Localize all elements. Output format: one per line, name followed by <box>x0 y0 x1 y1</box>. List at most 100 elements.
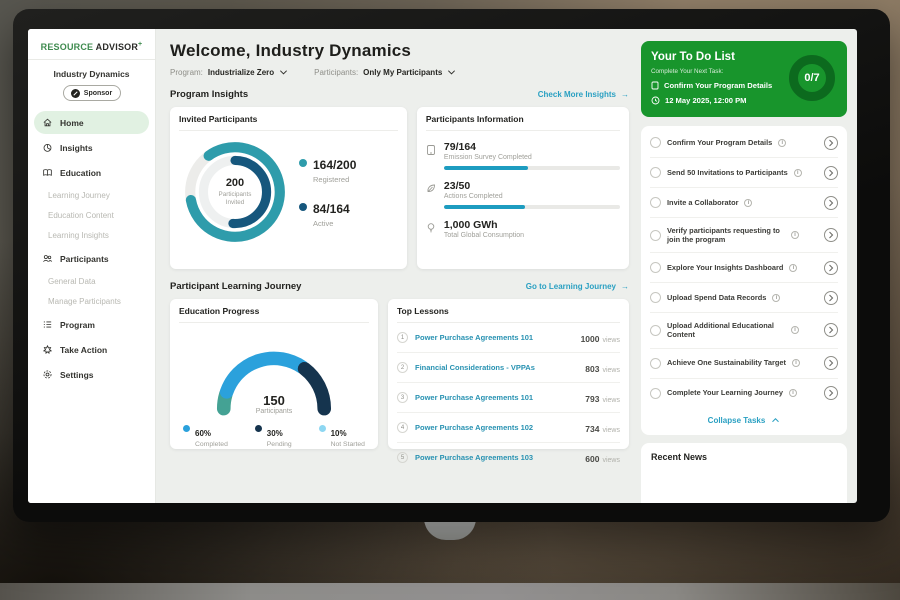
learning-journey-header: Participant Learning Journey Go to Learn… <box>170 281 629 292</box>
lesson-row-2[interactable]: 2 Financial Considerations - VPPAs 803vi… <box>397 353 620 383</box>
task-row-3[interactable]: Invite a Collaborator i <box>650 188 838 218</box>
task-row-4[interactable]: Verify participants requesting to join t… <box>650 218 838 253</box>
task-open-button[interactable] <box>824 323 838 337</box>
task-checkbox[interactable] <box>650 262 661 273</box>
chevron-right-icon <box>828 264 834 272</box>
main-content: Welcome, Industry Dynamics Program: Indu… <box>156 29 641 503</box>
actions-progress-bar <box>444 205 620 209</box>
task-row-8[interactable]: Achieve One Sustainability Target i <box>650 349 838 379</box>
task-row-1[interactable]: Confirm Your Program Details i <box>650 128 838 158</box>
lesson-row-4[interactable]: 4 Power Purchase Agreements 102 734views <box>397 413 620 443</box>
insights-cards-row: Invited Participants 200 Participants In… <box>170 107 629 269</box>
chevron-right-icon <box>828 169 834 177</box>
sidebar-item-program[interactable]: Program <box>34 313 149 336</box>
info-icon[interactable]: i <box>794 169 802 177</box>
task-row-9[interactable]: Complete Your Learning Journey i <box>650 379 838 408</box>
chevron-right-icon <box>828 389 834 397</box>
info-icon[interactable]: i <box>789 264 797 272</box>
info-icon[interactable]: i <box>744 199 752 207</box>
legend-dot <box>319 425 326 432</box>
sidebar-item-take-action[interactable]: Take Action <box>34 338 149 361</box>
task-open-button[interactable] <box>824 261 838 275</box>
program-filter[interactable]: Program: Industrialize Zero <box>170 68 288 77</box>
arrow-right-icon: → <box>621 90 629 99</box>
task-checkbox[interactable] <box>650 197 661 208</box>
task-open-button[interactable] <box>824 386 838 400</box>
task-open-button[interactable] <box>824 196 838 210</box>
todo-header-card: Your To Do List Complete Your Next Task:… <box>641 41 847 117</box>
task-row-6[interactable]: Upload Spend Data Records i <box>650 283 838 313</box>
stat-global-consumption: 1,000 GWh Total Global Consumption <box>426 219 620 239</box>
info-icon[interactable]: i <box>791 231 799 239</box>
section-title: Participant Learning Journey <box>170 281 301 292</box>
info-icon[interactable]: i <box>772 294 780 302</box>
legend-active: 84/164 Active <box>299 200 356 228</box>
lesson-row-1[interactable]: 1 Power Purchase Agreements 101 1000view… <box>397 323 620 353</box>
chevron-right-icon <box>828 359 834 367</box>
card-title: Education Progress <box>179 306 369 323</box>
sidebar-item-education[interactable]: Education <box>34 161 149 184</box>
education-gauge-chart: 150 Participants <box>199 327 349 417</box>
task-checkbox[interactable] <box>650 230 661 241</box>
recent-news-title: Recent News <box>651 452 837 462</box>
sponsor-badge[interactable]: Sponsor <box>63 85 121 101</box>
task-checkbox[interactable] <box>650 167 661 178</box>
chevron-right-icon <box>828 231 834 239</box>
task-open-button[interactable] <box>824 136 838 150</box>
lesson-row-3[interactable]: 3 Power Purchase Agreements 101 793views <box>397 383 620 413</box>
info-icon[interactable]: i <box>792 359 800 367</box>
lesson-row-5[interactable]: 5 Power Purchase Agreements 103 600views <box>397 443 620 472</box>
arrow-right-icon: → <box>621 282 629 291</box>
card-title: Participants Information <box>426 114 620 131</box>
task-open-button[interactable] <box>824 356 838 370</box>
task-open-button[interactable] <box>824 166 838 180</box>
participants-filter[interactable]: Participants: Only My Participants <box>314 68 456 77</box>
home-icon <box>42 117 53 128</box>
legend-dot <box>299 159 307 167</box>
info-icon[interactable]: i <box>789 389 797 397</box>
task-checkbox[interactable] <box>650 137 661 148</box>
gear-icon <box>42 369 53 380</box>
filters-row: Program: Industrialize Zero Participants… <box>170 68 629 77</box>
section-title: Program Insights <box>170 89 248 100</box>
info-icon[interactable]: i <box>778 139 786 147</box>
sidebar-item-participants[interactable]: Participants <box>34 247 149 270</box>
sidebar-item-home[interactable]: Home <box>34 111 149 134</box>
lesson-link[interactable]: Power Purchase Agreements 101 <box>415 393 578 402</box>
lesson-link[interactable]: Power Purchase Agreements 101 <box>415 333 574 342</box>
dashboard-screen: RESOURCE ADVISOR+ Industry Dynamics Spon… <box>28 29 857 503</box>
todo-progress-ring: 0/7 <box>789 55 835 101</box>
sidebar-item-learning-journey[interactable]: Learning Journey <box>34 186 149 205</box>
task-row-5[interactable]: Explore Your Insights Dashboard i <box>650 253 838 283</box>
sidebar-item-manage-participants[interactable]: Manage Participants <box>34 292 149 311</box>
chevron-right-icon <box>828 294 834 302</box>
insights-icon <box>42 142 53 153</box>
sidebar-item-insights[interactable]: Insights <box>34 136 149 159</box>
lesson-link[interactable]: Power Purchase Agreements 102 <box>415 423 578 432</box>
task-row-7[interactable]: Upload Additional Educational Content i <box>650 313 838 348</box>
todo-panel: Your To Do List Complete Your Next Task:… <box>641 29 857 503</box>
chevron-up-icon <box>771 417 780 423</box>
list-icon <box>42 319 53 330</box>
collapse-tasks-link[interactable]: Collapse Tasks <box>650 408 838 431</box>
task-open-button[interactable] <box>824 291 838 305</box>
task-row-2[interactable]: Send 50 Invitations to Participants i <box>650 158 838 188</box>
sidebar-item-settings[interactable]: Settings <box>34 363 149 386</box>
task-open-button[interactable] <box>824 228 838 242</box>
go-to-learning-journey-link[interactable]: Go to Learning Journey → <box>526 282 629 291</box>
lesson-link[interactable]: Financial Considerations - VPPAs <box>415 363 578 372</box>
info-icon[interactable]: i <box>791 326 799 334</box>
sidebar-item-general-data[interactable]: General Data <box>34 272 149 291</box>
sidebar-item-learning-insights[interactable]: Learning Insights <box>34 226 149 245</box>
take-action-icon <box>42 344 53 355</box>
task-checkbox[interactable] <box>650 325 661 336</box>
participants-information-card: Participants Information 79/164 Emission… <box>417 107 629 269</box>
sidebar-item-education-content[interactable]: Education Content <box>34 206 149 225</box>
stat-actions-completed: 23/50 Actions Completed <box>426 180 620 209</box>
education-progress-card: Education Progress 150 Participants <box>170 299 378 449</box>
task-checkbox[interactable] <box>650 292 661 303</box>
task-checkbox[interactable] <box>650 358 661 369</box>
task-checkbox[interactable] <box>650 388 661 399</box>
check-more-insights-link[interactable]: Check More Insights → <box>538 90 629 99</box>
lesson-link[interactable]: Power Purchase Agreements 103 <box>415 453 578 462</box>
